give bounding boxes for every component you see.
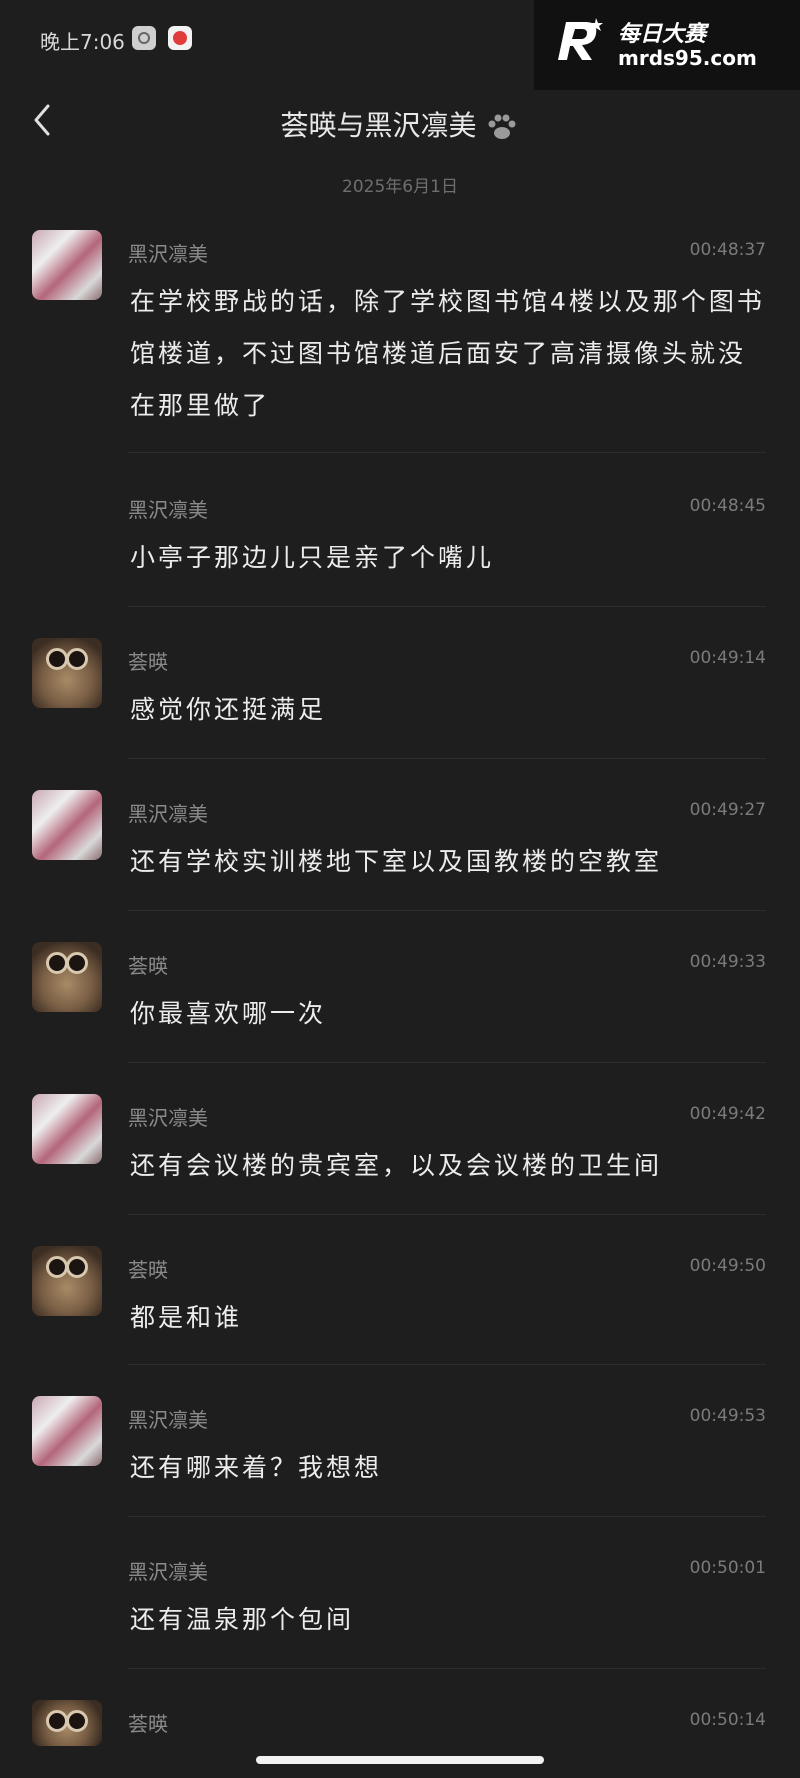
watermark: 每日大赛 mrds95.com	[534, 0, 800, 90]
avatar[interactable]	[32, 1396, 102, 1466]
sender-name: 荟暎	[128, 650, 168, 674]
brand-logo-icon	[558, 18, 603, 60]
divider	[128, 758, 766, 759]
home-indicator[interactable]	[256, 1756, 544, 1764]
sender-name: 黑沢凛美	[128, 242, 208, 266]
message-time: 00:49:50	[689, 1256, 766, 1276]
message-time: 00:49:42	[689, 1104, 766, 1124]
chat-title: 荟暎与黑沢凛美	[0, 104, 800, 144]
watermark-url: mrds95.com	[618, 46, 757, 70]
message-time: 00:50:14	[689, 1710, 766, 1730]
avatar[interactable]	[32, 942, 102, 1012]
chat-title-text: 荟暎与黑沢凛美	[280, 109, 477, 142]
sender-name: 黑沢凛美	[128, 1106, 208, 1130]
message-text[interactable]: 在学校野战的话，除了学校图书馆4楼以及那个图书馆楼道，不过图书馆楼道后面安了高清…	[130, 276, 770, 432]
divider	[128, 1214, 766, 1215]
sender-name: 荟暎	[128, 954, 168, 978]
divider	[128, 1364, 766, 1365]
notification-app-icon	[132, 26, 156, 50]
avatar[interactable]	[32, 1246, 102, 1316]
divider	[128, 910, 766, 911]
avatar[interactable]	[32, 638, 102, 708]
avatar[interactable]	[32, 230, 102, 300]
watermark-brand: 每日大赛	[618, 22, 707, 47]
message-text[interactable]: 还有哪来着？我想想	[130, 1442, 770, 1494]
message-time: 00:49:33	[689, 952, 766, 972]
paw-icon	[488, 114, 516, 139]
avatar[interactable]	[32, 1094, 102, 1164]
message-time: 00:50:01	[689, 1558, 766, 1578]
sender-name: 黑沢凛美	[128, 1408, 208, 1432]
divider	[128, 1668, 766, 1669]
message-text[interactable]: 感觉你还挺满足	[130, 684, 770, 736]
divider	[128, 1516, 766, 1517]
sender-name: 黑沢凛美	[128, 802, 208, 826]
message-text[interactable]: 还有会议楼的贵宾室，以及会议楼的卫生间	[130, 1140, 770, 1192]
sender-name: 荟暎	[128, 1712, 168, 1736]
message-text[interactable]: 小亭子那边儿只是亲了个嘴儿	[130, 532, 770, 584]
sender-name: 黑沢凛美	[128, 498, 208, 522]
nav-bar: 荟暎与黑沢凛美	[0, 90, 800, 150]
divider	[128, 452, 766, 453]
sender-name: 荟暎	[128, 1258, 168, 1282]
message-time: 00:48:45	[689, 496, 766, 516]
message-text[interactable]: 还有学校实训楼地下室以及国教楼的空教室	[130, 836, 770, 888]
message-text[interactable]: 你最喜欢哪一次	[130, 988, 770, 1040]
notification-stop-icon	[168, 26, 192, 50]
message-time: 00:48:37	[689, 240, 766, 260]
message-time: 00:49:27	[689, 800, 766, 820]
status-time: 晚上7:06	[40, 30, 125, 54]
message-text[interactable]: 还有温泉那个包间	[130, 1594, 770, 1646]
avatar[interactable]	[32, 1700, 102, 1746]
message-text[interactable]: 都是和谁	[130, 1292, 770, 1344]
sender-name: 黑沢凛美	[128, 1560, 208, 1584]
date-separator: 2025年6月1日	[342, 177, 458, 197]
message-time: 00:49:14	[689, 648, 766, 668]
avatar[interactable]	[32, 790, 102, 860]
divider	[128, 606, 766, 607]
divider	[128, 1062, 766, 1063]
message-time: 00:49:53	[689, 1406, 766, 1426]
